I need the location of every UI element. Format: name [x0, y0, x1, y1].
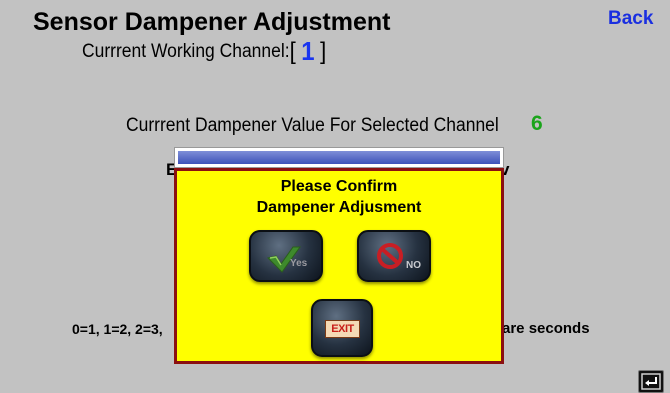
yes-label: Yes: [290, 258, 308, 269]
enter-return-icon: [639, 371, 663, 392]
dampener-value-label: Currrent Dampener Value For Selected Cha…: [126, 115, 499, 136]
back-button[interactable]: Back: [608, 8, 653, 30]
exit-sign-icon: EXIT: [325, 320, 360, 338]
dampener-value: 6: [531, 112, 543, 135]
confirm-dialog: Please Confirm Dampener Adjusment Yes NO: [174, 168, 504, 364]
no-button[interactable]: NO: [357, 230, 431, 282]
range-text-left: 0=1, 1=2, 2=3,: [72, 321, 163, 337]
sensor-dampener-screen: Sensor Dampener Adjustment Back Currrent…: [0, 0, 670, 393]
dialog-title: Please Confirm Dampener Adjusment: [177, 176, 501, 218]
page-title: Sensor Dampener Adjustment: [33, 8, 391, 36]
working-channel-row: Currrent Working Channel:[1]: [82, 36, 326, 67]
dialog-title-line2: Dampener Adjusment: [256, 199, 422, 216]
no-label: NO: [406, 260, 421, 271]
working-channel-label: Currrent Working Channel:: [82, 41, 290, 62]
exit-button[interactable]: EXIT: [311, 299, 373, 357]
dialog-title-line1: Please Confirm: [280, 178, 398, 195]
range-text-right: are seconds: [502, 320, 590, 337]
close-bracket: ]: [320, 38, 327, 65]
dialog-title-bar[interactable]: [174, 147, 504, 168]
open-bracket: [: [289, 38, 296, 65]
yes-button[interactable]: Yes: [249, 230, 323, 282]
enter-button[interactable]: [638, 370, 664, 393]
working-channel-value[interactable]: 1: [301, 36, 314, 67]
